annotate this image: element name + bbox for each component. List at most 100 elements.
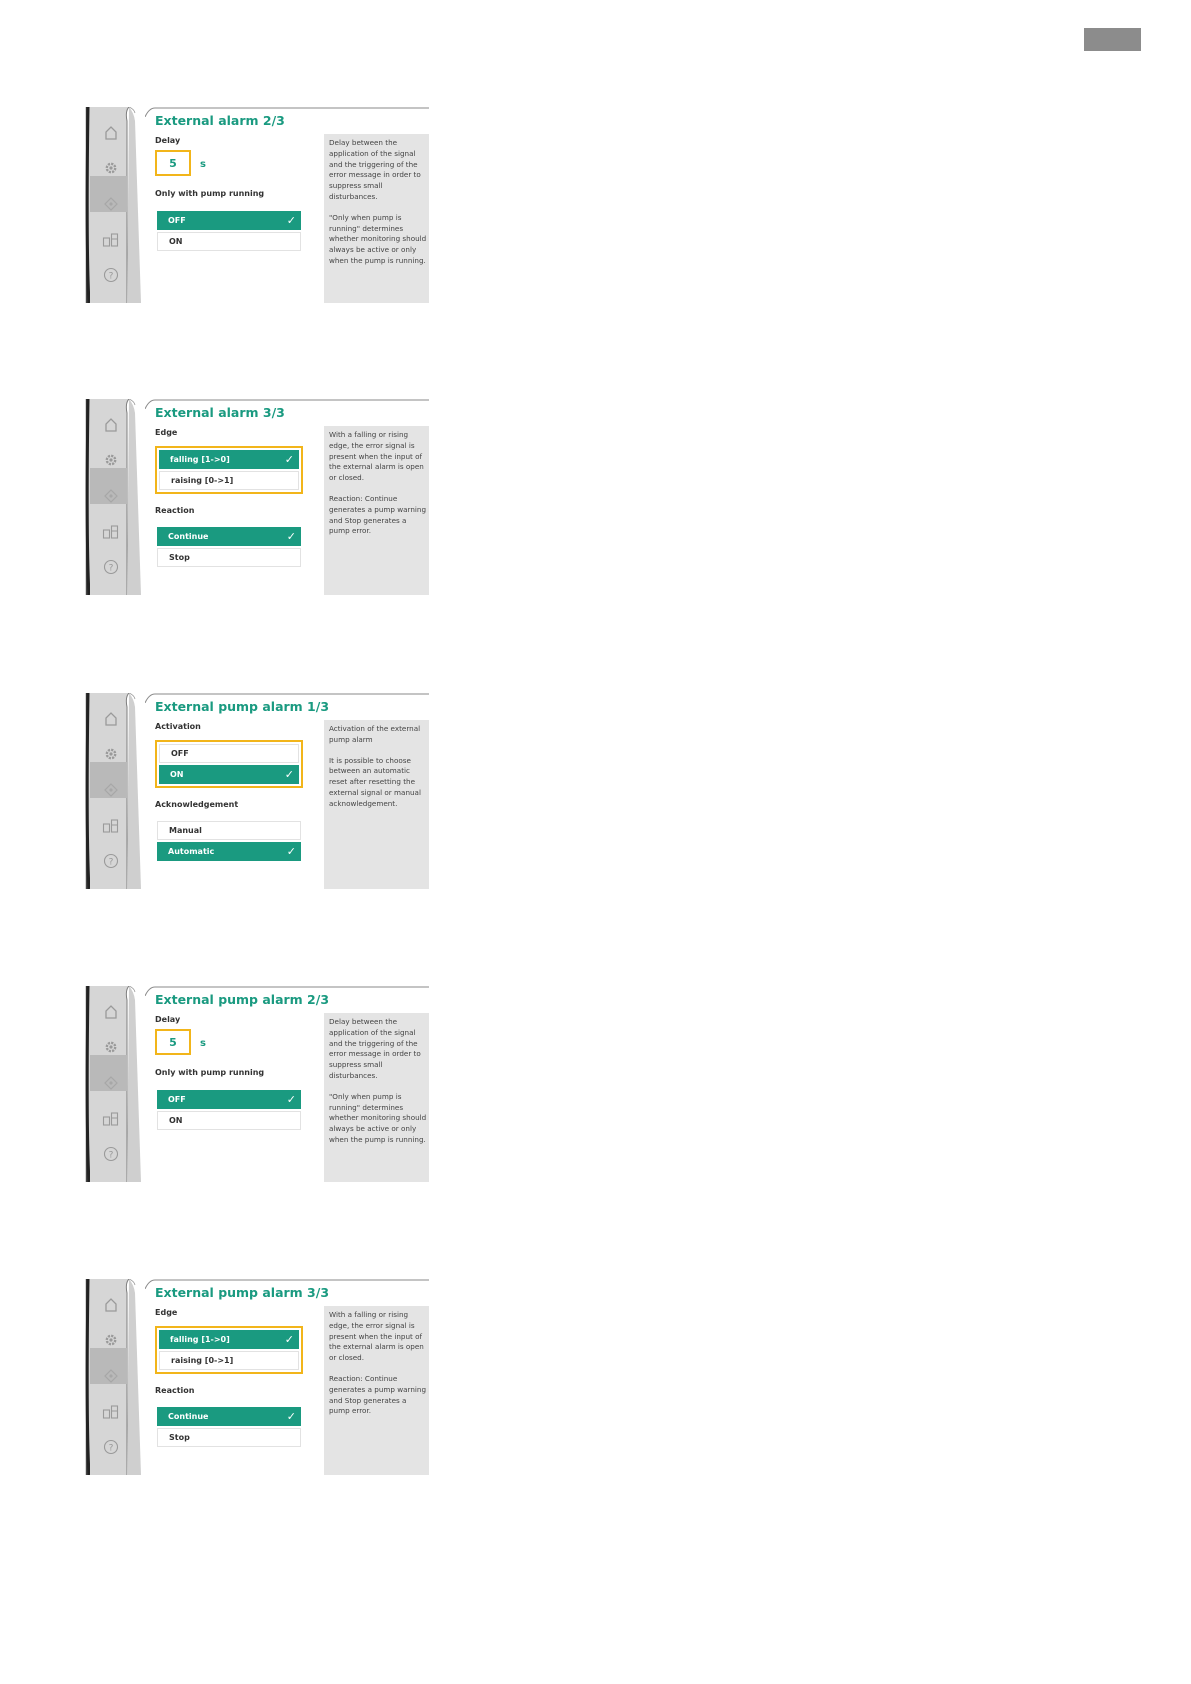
sidebar: ? (85, 107, 143, 303)
help-icon[interactable]: ? (99, 849, 123, 873)
help-text: With a falling or rising edge, the error… (329, 430, 424, 483)
pump-running-options: OFF ✓ ON (155, 1088, 303, 1134)
page-title: External pump alarm 1/3 (155, 699, 330, 714)
home-icon[interactable] (99, 1000, 123, 1024)
help-icon[interactable]: ? (99, 1435, 123, 1459)
help-icon[interactable]: ? (99, 263, 123, 287)
acknowledgement-label: Acknowledgement (155, 800, 239, 809)
pump-settings-icon[interactable] (99, 520, 123, 544)
option-label: raising [0->1] (171, 476, 234, 485)
delay-unit: s (200, 1038, 206, 1049)
reaction-label: Reaction (155, 506, 195, 515)
page-title: External pump alarm 2/3 (155, 992, 330, 1007)
delay-unit: s (200, 159, 206, 170)
option-label: ON (169, 237, 183, 246)
option-falling[interactable]: falling [1->0] ✓ (159, 450, 299, 469)
edge-options: falling [1->0] ✓ raising [0->1] (155, 1326, 303, 1374)
edge-label: Edge (155, 428, 178, 437)
activation-label: Activation (155, 722, 201, 731)
gear-icon[interactable] (99, 742, 123, 766)
acknowledgement-options: Manual Automatic ✓ (155, 819, 303, 865)
sidebar: ? (85, 1279, 143, 1475)
reaction-options: Continue ✓ Stop (155, 525, 303, 571)
option-label: Stop (169, 1433, 190, 1442)
svg-text:?: ? (109, 1444, 114, 1454)
option-label: OFF (171, 749, 189, 758)
svg-text:?: ? (109, 858, 114, 868)
help-text: Activation of the external pump alarm (329, 724, 421, 744)
option-on[interactable]: ON ✓ (159, 765, 299, 784)
home-icon[interactable] (99, 121, 123, 145)
help-panel: Delay between the application of the sig… (324, 134, 429, 303)
screen-external-pump-alarm-1: ? External pump alarm 1/3 Activation OFF… (85, 693, 429, 889)
help-text: Delay between the application of the sig… (329, 1017, 421, 1080)
diagnostics-icon[interactable] (99, 778, 123, 802)
checkmark-icon: ✓ (286, 1410, 296, 1423)
delay-label: Delay (155, 136, 181, 145)
pump-settings-icon[interactable] (99, 228, 123, 252)
option-label: OFF (168, 1095, 186, 1104)
pump-settings-icon[interactable] (99, 1107, 123, 1131)
page-title: External pump alarm 3/3 (155, 1285, 330, 1300)
delay-label: Delay (155, 1015, 181, 1024)
gear-icon[interactable] (99, 156, 123, 180)
delay-input[interactable]: 5 (155, 150, 191, 176)
pump-settings-icon[interactable] (99, 1400, 123, 1424)
diagnostics-icon[interactable] (99, 1071, 123, 1095)
help-icon[interactable]: ? (99, 1142, 123, 1166)
option-label: ON (170, 770, 184, 779)
screen-external-pump-alarm-3: ? External pump alarm 3/3 Edge falling [… (85, 1279, 429, 1475)
option-automatic[interactable]: Automatic ✓ (157, 842, 301, 861)
page-title: External alarm 3/3 (155, 405, 285, 420)
page-title: External alarm 2/3 (155, 113, 285, 128)
gear-icon[interactable] (99, 1035, 123, 1059)
checkmark-icon: ✓ (286, 214, 296, 227)
option-on[interactable]: ON (157, 1111, 301, 1130)
pump-settings-icon[interactable] (99, 814, 123, 838)
help-text: Reaction: Continue generates a pump warn… (329, 493, 427, 536)
help-panel: Delay between the application of the sig… (324, 1013, 429, 1182)
gear-icon[interactable] (99, 1328, 123, 1352)
help-panel: With a falling or rising edge, the error… (324, 1306, 429, 1475)
group-label: Only with pump running (155, 189, 265, 198)
reaction-label: Reaction (155, 1386, 195, 1395)
help-panel: With a falling or rising edge, the error… (324, 426, 429, 595)
diagnostics-icon[interactable] (99, 484, 123, 508)
help-text: "Only when pump is running" determines w… (329, 212, 427, 265)
home-icon[interactable] (99, 413, 123, 437)
diagnostics-icon[interactable] (99, 1364, 123, 1388)
option-label: raising [0->1] (171, 1356, 234, 1365)
option-label: Continue (168, 532, 209, 541)
home-icon[interactable] (99, 707, 123, 731)
option-off[interactable]: OFF ✓ (157, 211, 301, 230)
sidebar: ? (85, 986, 143, 1182)
diagnostics-icon[interactable] (99, 192, 123, 216)
option-off[interactable]: OFF ✓ (157, 1090, 301, 1109)
option-stop[interactable]: Stop (157, 548, 301, 567)
option-stop[interactable]: Stop (157, 1428, 301, 1447)
sidebar: ? (85, 693, 143, 889)
option-manual[interactable]: Manual (157, 821, 301, 840)
help-icon[interactable]: ? (99, 555, 123, 579)
option-continue[interactable]: Continue ✓ (157, 527, 301, 546)
delay-input[interactable]: 5 (155, 1029, 191, 1055)
option-off[interactable]: OFF (159, 744, 299, 763)
option-falling[interactable]: falling [1->0] ✓ (159, 1330, 299, 1349)
home-icon[interactable] (99, 1293, 123, 1317)
gear-icon[interactable] (99, 448, 123, 472)
reaction-options: Continue ✓ Stop (155, 1405, 303, 1451)
option-label: OFF (168, 216, 186, 225)
option-raising[interactable]: raising [0->1] (159, 471, 299, 490)
option-label: Automatic (168, 847, 215, 856)
page-corner-tab (1084, 28, 1141, 51)
checkmark-icon: ✓ (284, 1333, 294, 1346)
activation-options: OFF ON ✓ (155, 740, 303, 788)
pump-running-options: OFF ✓ ON (155, 209, 303, 255)
option-label: falling [1->0] (170, 1335, 230, 1344)
checkmark-icon: ✓ (284, 453, 294, 466)
option-continue[interactable]: Continue ✓ (157, 1407, 301, 1426)
option-raising[interactable]: raising [0->1] (159, 1351, 299, 1370)
group-label: Only with pump running (155, 1068, 265, 1077)
option-on[interactable]: ON (157, 232, 301, 251)
svg-text:?: ? (109, 564, 114, 574)
